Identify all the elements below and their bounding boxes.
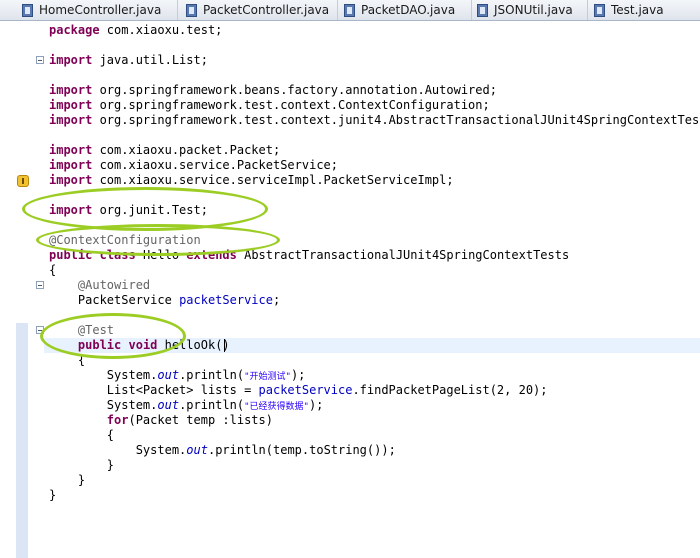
warning-icon[interactable]	[17, 175, 29, 187]
selected-range-bar	[16, 323, 28, 558]
tab-json-util[interactable]: JSONUtil.java	[472, 0, 588, 20]
java-file-icon	[22, 3, 33, 17]
tab-label: JSONUtil.java	[494, 3, 573, 17]
java-file-icon	[344, 3, 355, 17]
fold-collapse-icon[interactable]	[36, 56, 44, 64]
java-file-icon	[477, 3, 488, 17]
code-line: List<Packet> lists = packetService.findP…	[106, 383, 548, 397]
java-file-icon	[186, 3, 197, 17]
editor-tab-bar: HomeController.java PacketController.jav…	[0, 0, 700, 21]
tab-label: HomeController.java	[39, 3, 162, 17]
code-line: import java.util.List;	[49, 53, 208, 67]
vertical-ruler	[0, 21, 16, 558]
code-line: @ContextConfiguration	[49, 233, 201, 247]
code-line: import org.springframework.beans.factory…	[49, 83, 497, 97]
code-line: }	[106, 458, 115, 472]
tab-packet-dao[interactable]: PacketDAO.java	[338, 0, 472, 20]
code-line: }	[49, 488, 57, 502]
code-line: {	[77, 353, 86, 367]
code-line: @Autowired	[77, 278, 151, 292]
tab-packet-controller[interactable]: PacketController.java	[178, 0, 338, 20]
java-file-icon	[594, 3, 605, 17]
code-line: import com.xiaoxu.service.PacketService;	[49, 158, 338, 172]
code-line: import org.junit.Test;	[49, 203, 208, 217]
tab-home-controller[interactable]: HomeController.java	[0, 0, 178, 20]
tab-label: PacketController.java	[203, 3, 330, 17]
code-line: {	[106, 428, 115, 442]
tab-label: Test.java	[611, 3, 664, 17]
code-line: import com.xiaoxu.packet.Packet;	[49, 143, 281, 157]
code-line: public void helloOk()	[77, 338, 230, 352]
code-line: PacketService packetService;	[77, 293, 281, 307]
fold-collapse-icon[interactable]	[36, 281, 44, 289]
code-line: package com.xiaoxu.test;	[49, 23, 223, 37]
code-line: for(Packet temp :lists)	[106, 413, 273, 427]
code-line: import org.springframework.test.context.…	[49, 98, 490, 112]
code-line: import org.springframework.test.context.…	[49, 113, 700, 127]
code-line: }	[77, 473, 86, 487]
code-line: public class Hello extends AbstractTrans…	[49, 248, 570, 262]
tab-label: PacketDAO.java	[361, 3, 456, 17]
code-line: System.out.println(temp.toString());	[135, 443, 396, 457]
text-caret	[224, 339, 225, 352]
code-line: @Test	[77, 323, 115, 337]
code-line: {	[49, 263, 57, 277]
code-line: import com.xiaoxu.service.serviceImpl.Pa…	[49, 173, 454, 187]
fold-collapse-icon[interactable]	[36, 326, 44, 334]
code-line: System.out.println("开始测试");	[106, 368, 306, 382]
tab-test-java[interactable]: Test.java	[588, 0, 700, 20]
code-line: System.out.println("已经获得数据");	[106, 398, 324, 412]
